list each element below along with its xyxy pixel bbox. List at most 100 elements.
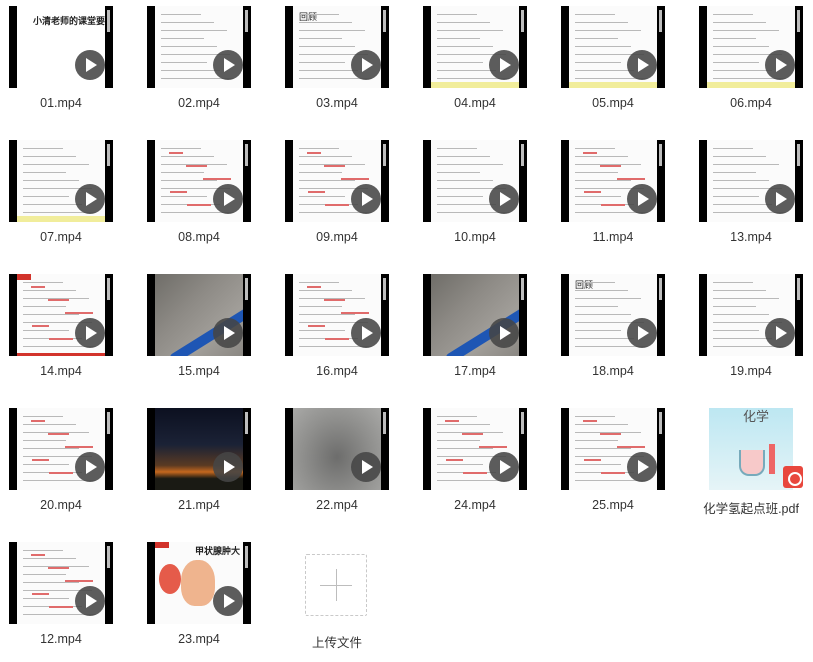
file-tile[interactable]: 甲状腺肿大 23.mp4 [147, 542, 251, 662]
file-tile[interactable]: 13.mp4 [699, 140, 803, 260]
file-tile[interactable]: 10.mp4 [423, 140, 527, 260]
play-icon[interactable] [489, 50, 519, 80]
file-thumbnail[interactable] [147, 274, 251, 356]
play-icon[interactable] [75, 586, 105, 616]
text-line [299, 22, 352, 23]
scrollbar-indicator [383, 10, 386, 32]
play-icon[interactable] [489, 184, 519, 214]
file-thumbnail[interactable] [699, 140, 803, 222]
annotation-mark [307, 286, 321, 288]
file-thumbnail[interactable]: 化学 [699, 408, 803, 490]
play-icon[interactable] [213, 452, 243, 482]
file-tile[interactable]: 14.mp4 [9, 274, 113, 394]
file-tile[interactable]: 16.mp4 [285, 274, 389, 394]
file-thumbnail[interactable] [9, 140, 113, 222]
file-name: 16.mp4 [316, 364, 358, 378]
file-tile[interactable]: 11.mp4 [561, 140, 665, 260]
text-line [437, 38, 480, 39]
file-tile[interactable]: 24.mp4 [423, 408, 527, 528]
file-thumbnail[interactable]: 回顾 [561, 274, 665, 356]
file-tile[interactable]: 09.mp4 [285, 140, 389, 260]
play-icon[interactable] [75, 184, 105, 214]
play-icon[interactable] [351, 318, 381, 348]
file-tile[interactable]: 回顾 18.mp4 [561, 274, 665, 394]
scrollbar-indicator [245, 144, 248, 166]
play-icon[interactable] [213, 586, 243, 616]
play-icon[interactable] [213, 50, 243, 80]
file-tile[interactable]: 06.mp4 [699, 6, 803, 126]
file-tile[interactable]: 05.mp4 [561, 6, 665, 126]
file-name: 19.mp4 [730, 364, 772, 378]
footer-bar [17, 353, 105, 356]
file-thumbnail[interactable] [285, 140, 389, 222]
file-tile[interactable]: 02.mp4 [147, 6, 251, 126]
annotation-mark [600, 433, 621, 435]
play-icon[interactable] [627, 452, 657, 482]
file-thumbnail[interactable] [423, 274, 527, 356]
file-tile[interactable]: 25.mp4 [561, 408, 665, 528]
text-line [713, 314, 769, 315]
play-icon[interactable] [627, 184, 657, 214]
file-thumbnail[interactable] [285, 408, 389, 490]
plus-icon[interactable] [305, 554, 367, 616]
play-icon[interactable] [765, 318, 795, 348]
file-thumbnail[interactable] [423, 408, 527, 490]
play-icon[interactable] [351, 50, 381, 80]
text-line [23, 440, 66, 441]
file-thumbnail[interactable] [423, 140, 527, 222]
file-thumbnail[interactable] [9, 408, 113, 490]
play-icon[interactable] [213, 318, 243, 348]
file-thumbnail[interactable] [699, 274, 803, 356]
play-icon[interactable] [75, 318, 105, 348]
file-thumbnail[interactable] [9, 274, 113, 356]
upload-tile[interactable]: 上传文件 [285, 542, 389, 662]
text-line [23, 582, 79, 583]
file-thumbnail[interactable] [561, 6, 665, 88]
file-name: 06.mp4 [730, 96, 772, 110]
play-icon[interactable] [351, 452, 381, 482]
file-thumbnail[interactable] [9, 542, 113, 624]
file-tile[interactable]: 15.mp4 [147, 274, 251, 394]
file-thumbnail[interactable] [561, 140, 665, 222]
file-tile[interactable]: 08.mp4 [147, 140, 251, 260]
file-name: 22.mp4 [316, 498, 358, 512]
file-thumbnail[interactable] [699, 6, 803, 88]
play-icon[interactable] [75, 50, 105, 80]
play-icon[interactable] [489, 318, 519, 348]
file-thumbnail[interactable] [147, 408, 251, 490]
play-icon[interactable] [765, 184, 795, 214]
file-thumbnail[interactable] [147, 6, 251, 88]
file-tile[interactable]: 化学 化学氢起点班.pdf [699, 408, 803, 528]
file-thumbnail[interactable]: 甲状腺肿大 [147, 542, 251, 624]
file-name: 01.mp4 [40, 96, 82, 110]
text-line [713, 164, 779, 165]
file-thumbnail[interactable]: 回顾 [285, 6, 389, 88]
text-line [437, 440, 480, 441]
play-icon[interactable] [627, 318, 657, 348]
play-icon[interactable] [627, 50, 657, 80]
text-line [713, 196, 759, 197]
annotation-mark [445, 420, 459, 422]
file-tile[interactable]: 20.mp4 [9, 408, 113, 528]
file-tile[interactable]: 07.mp4 [9, 140, 113, 260]
file-thumbnail[interactable] [285, 274, 389, 356]
file-thumbnail[interactable] [147, 140, 251, 222]
file-name: 23.mp4 [178, 632, 220, 646]
file-tile[interactable]: 04.mp4 [423, 6, 527, 126]
text-line [161, 148, 201, 149]
file-thumbnail[interactable] [423, 6, 527, 88]
file-thumbnail[interactable]: 小清老师的课堂要求 [9, 6, 113, 88]
file-thumbnail[interactable] [561, 408, 665, 490]
play-icon[interactable] [489, 452, 519, 482]
file-tile[interactable]: 22.mp4 [285, 408, 389, 528]
play-icon[interactable] [351, 184, 381, 214]
play-icon[interactable] [213, 184, 243, 214]
file-tile[interactable]: 回顾 03.mp4 [285, 6, 389, 126]
play-icon[interactable] [75, 452, 105, 482]
file-tile[interactable]: 17.mp4 [423, 274, 527, 394]
file-tile[interactable]: 小清老师的课堂要求 01.mp4 [9, 6, 113, 126]
file-tile[interactable]: 12.mp4 [9, 542, 113, 662]
play-icon[interactable] [765, 50, 795, 80]
file-tile[interactable]: 19.mp4 [699, 274, 803, 394]
file-tile[interactable]: 21.mp4 [147, 408, 251, 528]
